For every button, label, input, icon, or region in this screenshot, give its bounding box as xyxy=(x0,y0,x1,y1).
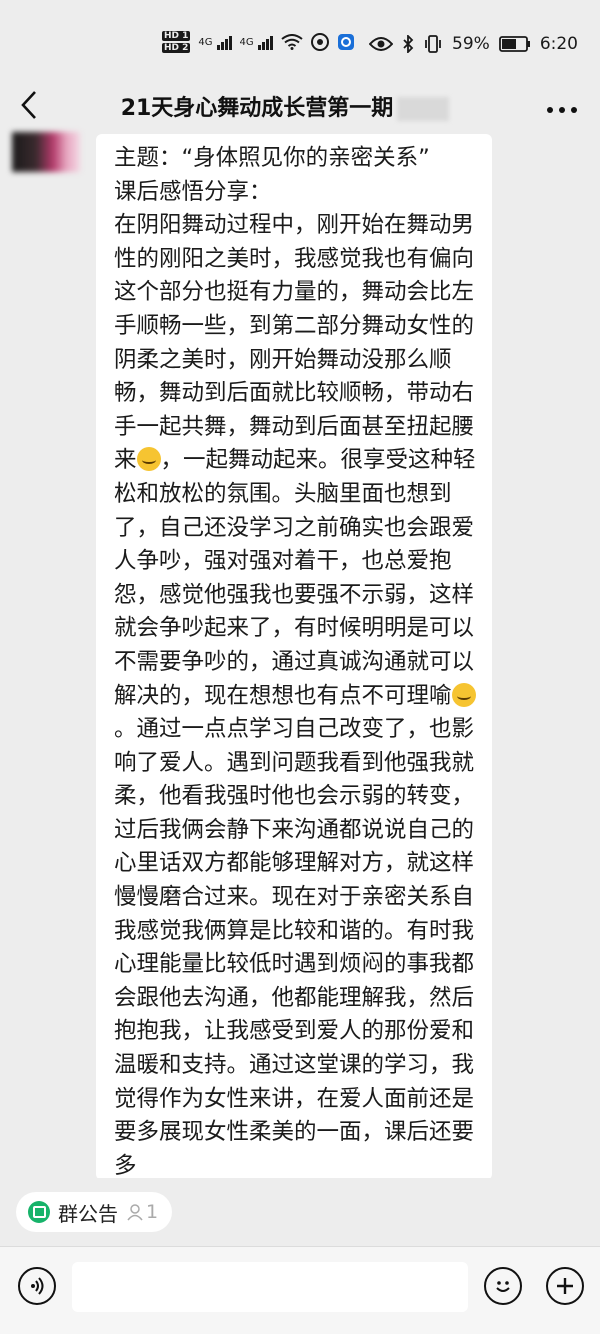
plus-icon xyxy=(557,1278,573,1294)
hd1-label: HD 1 xyxy=(162,31,191,41)
wifi-icon xyxy=(281,34,303,50)
clock: 6:20 xyxy=(539,34,578,54)
message-input[interactable] xyxy=(72,1262,468,1312)
battery-percent: 59% xyxy=(452,34,490,54)
group-notice-chip[interactable]: 群公告 1 xyxy=(16,1192,173,1232)
group-notice-icon xyxy=(28,1201,50,1223)
notice-bar: 群公告 1 xyxy=(0,1178,600,1246)
signal-icon xyxy=(216,34,232,50)
location-icon xyxy=(310,33,329,51)
voice-icon xyxy=(31,1277,44,1295)
notice-count-value: 1 xyxy=(146,1201,159,1223)
avatar[interactable] xyxy=(12,132,80,172)
message-bubble[interactable]: 主题：“身体照见你的亲密关系” 课后感悟分享： 在阴阳舞动过程中，刚开始在舞动男… xyxy=(96,134,492,1180)
more-button[interactable] xyxy=(546,92,578,122)
input-bar xyxy=(0,1246,600,1334)
chat-header: 21天身心舞动成长营第一期 xyxy=(0,80,600,136)
message-text: 主题：“身体照见你的亲密关系” 课后感悟分享： 在阴阳舞动过程中，刚开始在舞动男… xyxy=(114,142,486,1180)
network-type-2: 4G xyxy=(239,36,254,48)
laughing-tears-emoji xyxy=(136,447,161,472)
message-segment: 。通过一点点学习自己改变了，也影响了爱人。遇到问题我看到他强我就柔，他看我强时他… xyxy=(114,716,475,1179)
voice-button[interactable] xyxy=(18,1267,56,1305)
group-notice-label: 群公告 xyxy=(58,1201,118,1226)
vibrate-icon xyxy=(425,35,441,53)
eye-icon xyxy=(369,37,394,51)
message-segment: 主题：“身体照见你的亲密关系” 课后感悟分享： 在阴阳舞动过程中，刚开始在舞动男… xyxy=(114,145,475,474)
signal-icon-2 xyxy=(257,34,273,50)
status-bar: HD 1 HD 2 4G 4G 59% 6:20 xyxy=(0,0,600,78)
chat-title[interactable]: 21天身心舞动成长营第一期 xyxy=(0,90,600,122)
app-notification-icon xyxy=(337,34,354,50)
redacted-region xyxy=(397,97,450,121)
chat-title-text: 21天身心舞动成长营第一期 xyxy=(120,96,394,121)
hd2-label: HD 2 xyxy=(162,43,191,53)
message-segment: ，一起舞动起来。很享受这种轻松和放松的氛围。头脑里面也想到了，自己还没学习之前确… xyxy=(114,447,476,709)
hd-indicator: HD 1 HD 2 xyxy=(162,30,191,54)
plus-button[interactable] xyxy=(546,1267,584,1305)
more-dots-icon xyxy=(547,107,577,113)
notice-read-count: 1 xyxy=(126,1201,158,1223)
bluetooth-icon xyxy=(403,35,414,53)
network-type-1: 4G xyxy=(198,36,213,48)
smiley-icon xyxy=(496,1281,510,1292)
laughing-tears-emoji xyxy=(451,682,476,707)
emoji-button[interactable] xyxy=(484,1267,522,1305)
person-icon xyxy=(127,1204,143,1221)
battery-icon xyxy=(498,36,530,52)
